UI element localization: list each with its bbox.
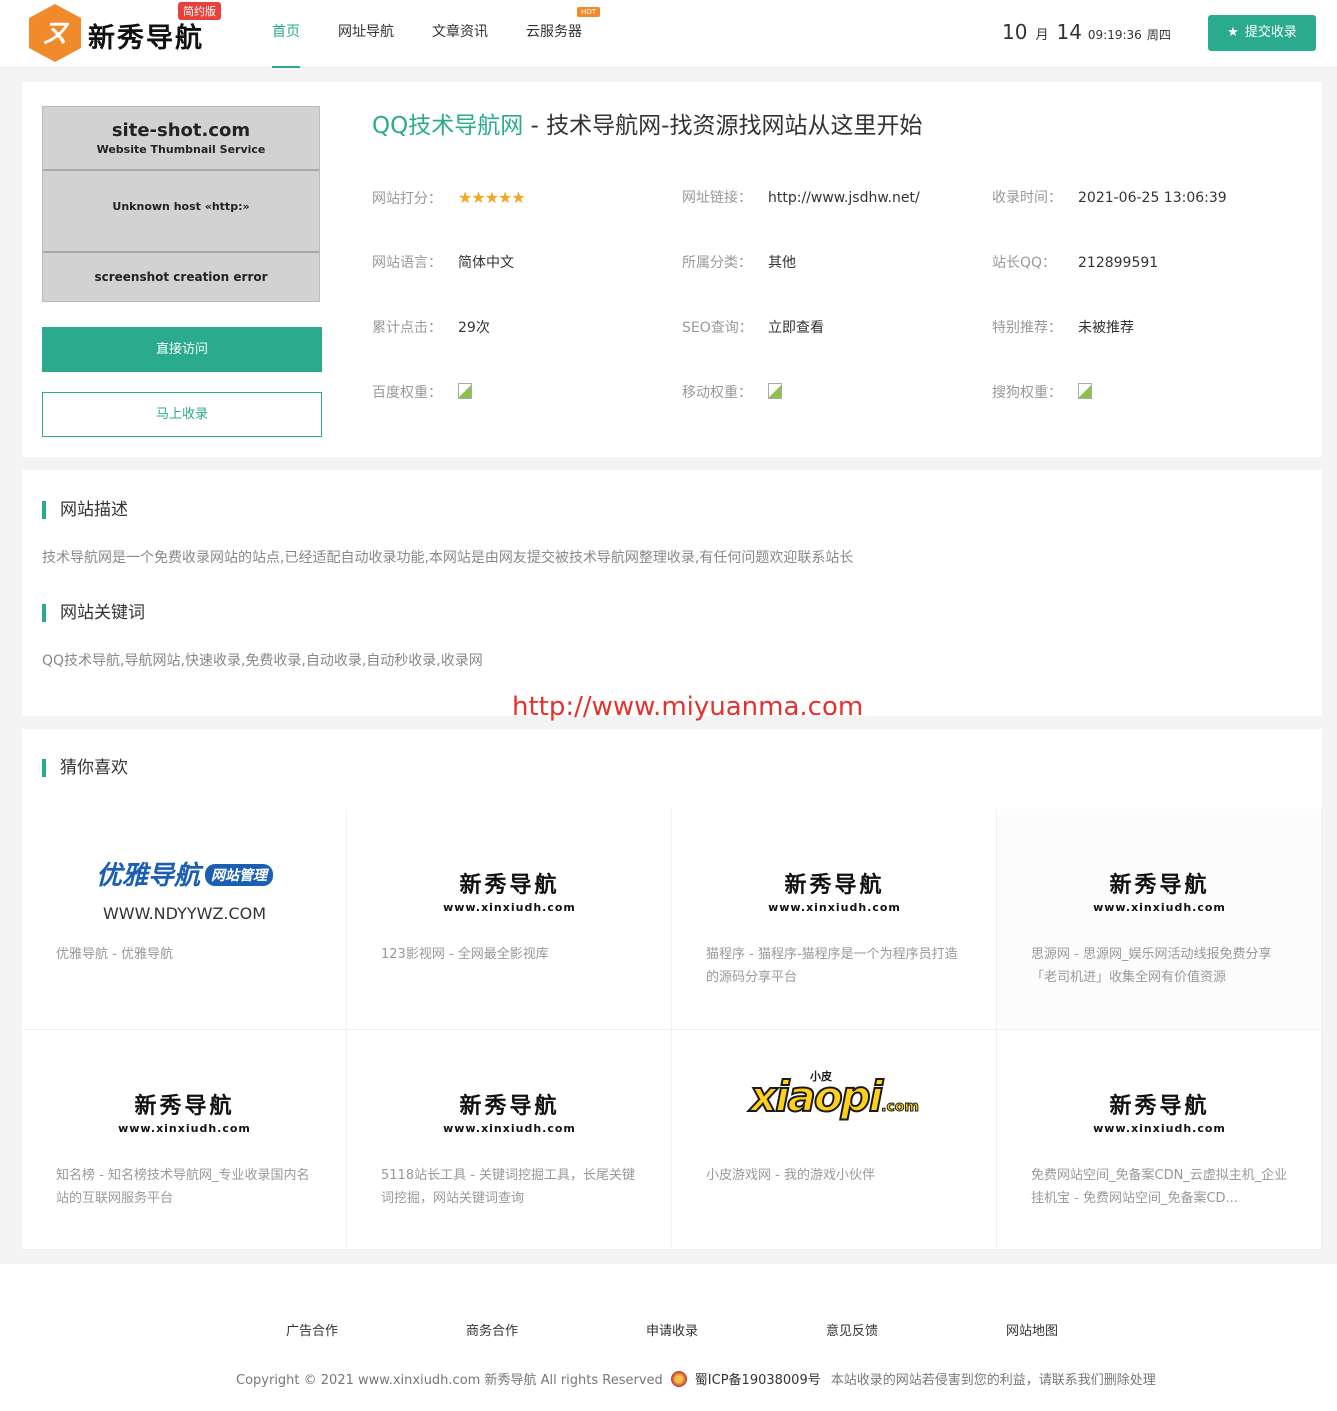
star-icon: ★: [1227, 25, 1239, 40]
visit-site-button[interactable]: 直接访问: [42, 327, 322, 372]
page-footer: 广告合作 商务合作 申请收录 意见反馈 网站地图 Copyright © 202…: [0, 1264, 1337, 1411]
xinxiu-logo: 新秀导航 www.xinxiudh.com: [118, 1093, 251, 1135]
footer-link-business[interactable]: 商务合作: [466, 1320, 518, 1339]
nav-item-home[interactable]: 首页: [272, 0, 300, 68]
logo-badge: 简约版: [178, 2, 221, 20]
keywords-heading: 网站关键词: [42, 604, 145, 622]
nav-item-site-directory[interactable]: 网址导航: [338, 0, 394, 68]
collect-now-button[interactable]: 马上收录: [42, 392, 322, 437]
watermark-url: http://www.miyuanma.com: [512, 692, 864, 722]
site-tagline: - 技术导航网-找资源找网站从这里开始: [523, 113, 923, 139]
thumbnail-message: Unknown host «http:»: [43, 171, 319, 253]
site-title: QQ技术导航网 - 技术导航网-找资源找网站从这里开始: [372, 106, 922, 140]
nav-item-cloud-server[interactable]: 云服务器 HOT: [526, 0, 600, 68]
logo-text: 新秀导航: [88, 23, 204, 54]
recommend-item[interactable]: 新秀导航 www.xinxiudh.com 免费网站空间_免备案CDN_云虚拟主机…: [997, 1030, 1322, 1250]
recommend-item-desc: 知名榜 - 知名榜技术导航网_专业收录国内名站的互联网服务平台: [56, 1168, 310, 1206]
submit-site-button[interactable]: ★ 提交收录: [1208, 15, 1316, 51]
top-header: ㄡ 新秀导航 简约版 首页 网址导航 文章资讯 云服务器 HOT 10 月 14 09:…: [0, 0, 1337, 68]
site-info-card: site-shot.com Website Thumbnail Service …: [22, 82, 1322, 457]
webmaster-qq: 212899591: [1078, 255, 1159, 271]
svg-text:ㄡ: ㄡ: [42, 19, 70, 49]
site-description-card: 网站描述 技术导航网是一个免费收录网站的站点,已经适配自动收录功能,本网站是由网…: [22, 470, 1322, 716]
recommend-item-desc: 优雅导航 - 优雅导航: [56, 947, 173, 962]
nav-item-articles[interactable]: 文章资讯: [432, 0, 488, 68]
recommend-item[interactable]: 新秀导航 www.xinxiudh.com 123影视网 - 全网最全影视库: [347, 809, 672, 1030]
recommend-item-desc: 猫程序 - 猫程序-猫程序是一个为程序员打造的源码分享平台: [706, 947, 958, 985]
recommend-item[interactable]: 新秀导航 www.xinxiudh.com 思源网 - 思源网_娱乐网活动线报免费…: [997, 809, 1322, 1030]
mobile-weight-broken-image-icon: [768, 383, 782, 399]
footer-link-ads[interactable]: 广告合作: [286, 1320, 338, 1339]
site-name[interactable]: QQ技术导航网: [372, 113, 523, 139]
recommend-status: 未被推荐: [1078, 320, 1134, 336]
info-row-1: 网站打分： ★★★★★ 网址链接： http://www.jsdhw.net/ 收录…: [372, 188, 1227, 207]
site-language: 简体中文: [458, 255, 514, 271]
site-logo[interactable]: ㄡ 新秀导航 简约版: [26, 2, 226, 66]
copyright: Copyright © 2021 www.xinxiudh.com 新秀导航 A…: [236, 1371, 1156, 1388]
xinxiu-logo: 新秀导航 www.xinxiudh.com: [768, 872, 901, 914]
recommend-item-desc: 免费网站空间_免备案CDN_云虚拟主机_企业挂机宝 - 免费网站空间_免备案CD…: [1031, 1168, 1288, 1206]
recommend-item-desc: 思源网 - 思源网_娱乐网活动线报免费分享「老司机进」收集全网有价值资源: [1031, 947, 1272, 985]
thumbnail-error: screenshot creation error: [94, 270, 268, 284]
footer-link-sitemap[interactable]: 网站地图: [1006, 1320, 1058, 1339]
recommend-item[interactable]: 新秀导航 www.xinxiudh.com 猫程序 - 猫程序-猫程序是一个为程序…: [672, 809, 997, 1030]
date-time-display: 10 月 14 09:19:36 周四: [1002, 20, 1171, 44]
site-url-link[interactable]: http://www.jsdhw.net/: [768, 190, 920, 206]
footer-link-apply[interactable]: 申请收录: [646, 1320, 698, 1339]
main-nav: 首页 网址导航 文章资讯 云服务器 HOT: [272, 0, 620, 68]
recommend-item[interactable]: 新秀导航 www.xinxiudh.com 知名榜 - 知名榜技术导航网_专业收录…: [22, 1030, 347, 1250]
info-row-4: 百度权重： 移动权重： 搜狗权重：: [372, 381, 1312, 405]
hot-badge: HOT: [576, 7, 600, 17]
youya-logo: 优雅导航 网站管理 WWW.NDYYWZ.COM: [22, 843, 347, 923]
logo-hexagon-icon: ㄡ: [29, 4, 81, 62]
info-row-3: 累计点击： 29次 SEO查询： 立即查看 特别推荐： 未被推荐: [372, 320, 1134, 336]
police-badge-icon: [670, 1371, 687, 1387]
icp-link[interactable]: 蜀ICP备19038009号: [695, 1373, 821, 1388]
xinxiu-logo: 新秀导航 www.xinxiudh.com: [1093, 872, 1226, 914]
keywords-text: QQ技术导航,导航网站,快速收录,免费收录,自动收录,自动秒收录,收录网: [42, 653, 483, 669]
xinxiu-logo: 新秀导航 www.xinxiudh.com: [1093, 1093, 1226, 1135]
recommend-heading: 猜你喜欢: [42, 759, 128, 777]
thumbnail-subtitle: Website Thumbnail Service: [96, 143, 266, 156]
site-category[interactable]: 其他: [768, 255, 796, 271]
description-heading: 网站描述: [42, 501, 128, 519]
footer-link-feedback[interactable]: 意见反馈: [826, 1320, 878, 1339]
info-row-2: 网站语言： 简体中文 所属分类： 其他 站长QQ： 212899591: [372, 255, 1159, 271]
seo-check-link[interactable]: 立即查看: [768, 320, 824, 336]
thumbnail-title: site-shot.com: [111, 120, 251, 141]
baidu-weight-broken-image-icon: [458, 383, 472, 399]
rating-stars: ★★★★★: [458, 188, 526, 207]
recommend-item-desc: 5118站长工具 - 关键词挖掘工具，长尾关键词挖掘，网站关键词查询: [381, 1168, 636, 1206]
xiaopi-logo: 小皮 xiaopi.com: [749, 1070, 919, 1122]
recommend-card: 猜你喜欢 优雅导航 网站管理 WWW.NDYYWZ.COM 优雅导航 - 优雅导…: [22, 729, 1322, 1250]
total-clicks: 29次: [458, 320, 490, 336]
recommend-item[interactable]: 优雅导航 网站管理 WWW.NDYYWZ.COM 优雅导航 - 优雅导航: [22, 809, 347, 1030]
site-thumbnail: site-shot.com Website Thumbnail Service …: [42, 106, 320, 302]
recommend-grid: 优雅导航 网站管理 WWW.NDYYWZ.COM 优雅导航 - 优雅导航 新秀导…: [22, 809, 1322, 1250]
recommend-item-desc: 小皮游戏网 - 我的游戏小伙伴: [706, 1168, 875, 1183]
description-text: 技术导航网是一个免费收录网站的站点,已经适配自动收录功能,本网站是由网友提交被技…: [42, 550, 854, 566]
xinxiu-logo: 新秀导航 www.xinxiudh.com: [443, 1093, 576, 1135]
recommend-item[interactable]: 新秀导航 www.xinxiudh.com 5118站长工具 - 关键词挖掘工具，…: [347, 1030, 672, 1250]
xinxiu-logo: 新秀导航 www.xinxiudh.com: [443, 872, 576, 914]
collect-time: 2021-06-25 13:06:39: [1078, 190, 1227, 206]
recommend-item[interactable]: 小皮 xiaopi.com 小皮游戏网 - 我的游戏小伙伴: [672, 1030, 997, 1250]
sogou-weight-broken-image-icon: [1078, 383, 1092, 399]
recommend-item-desc: 123影视网 - 全网最全影视库: [381, 947, 549, 962]
